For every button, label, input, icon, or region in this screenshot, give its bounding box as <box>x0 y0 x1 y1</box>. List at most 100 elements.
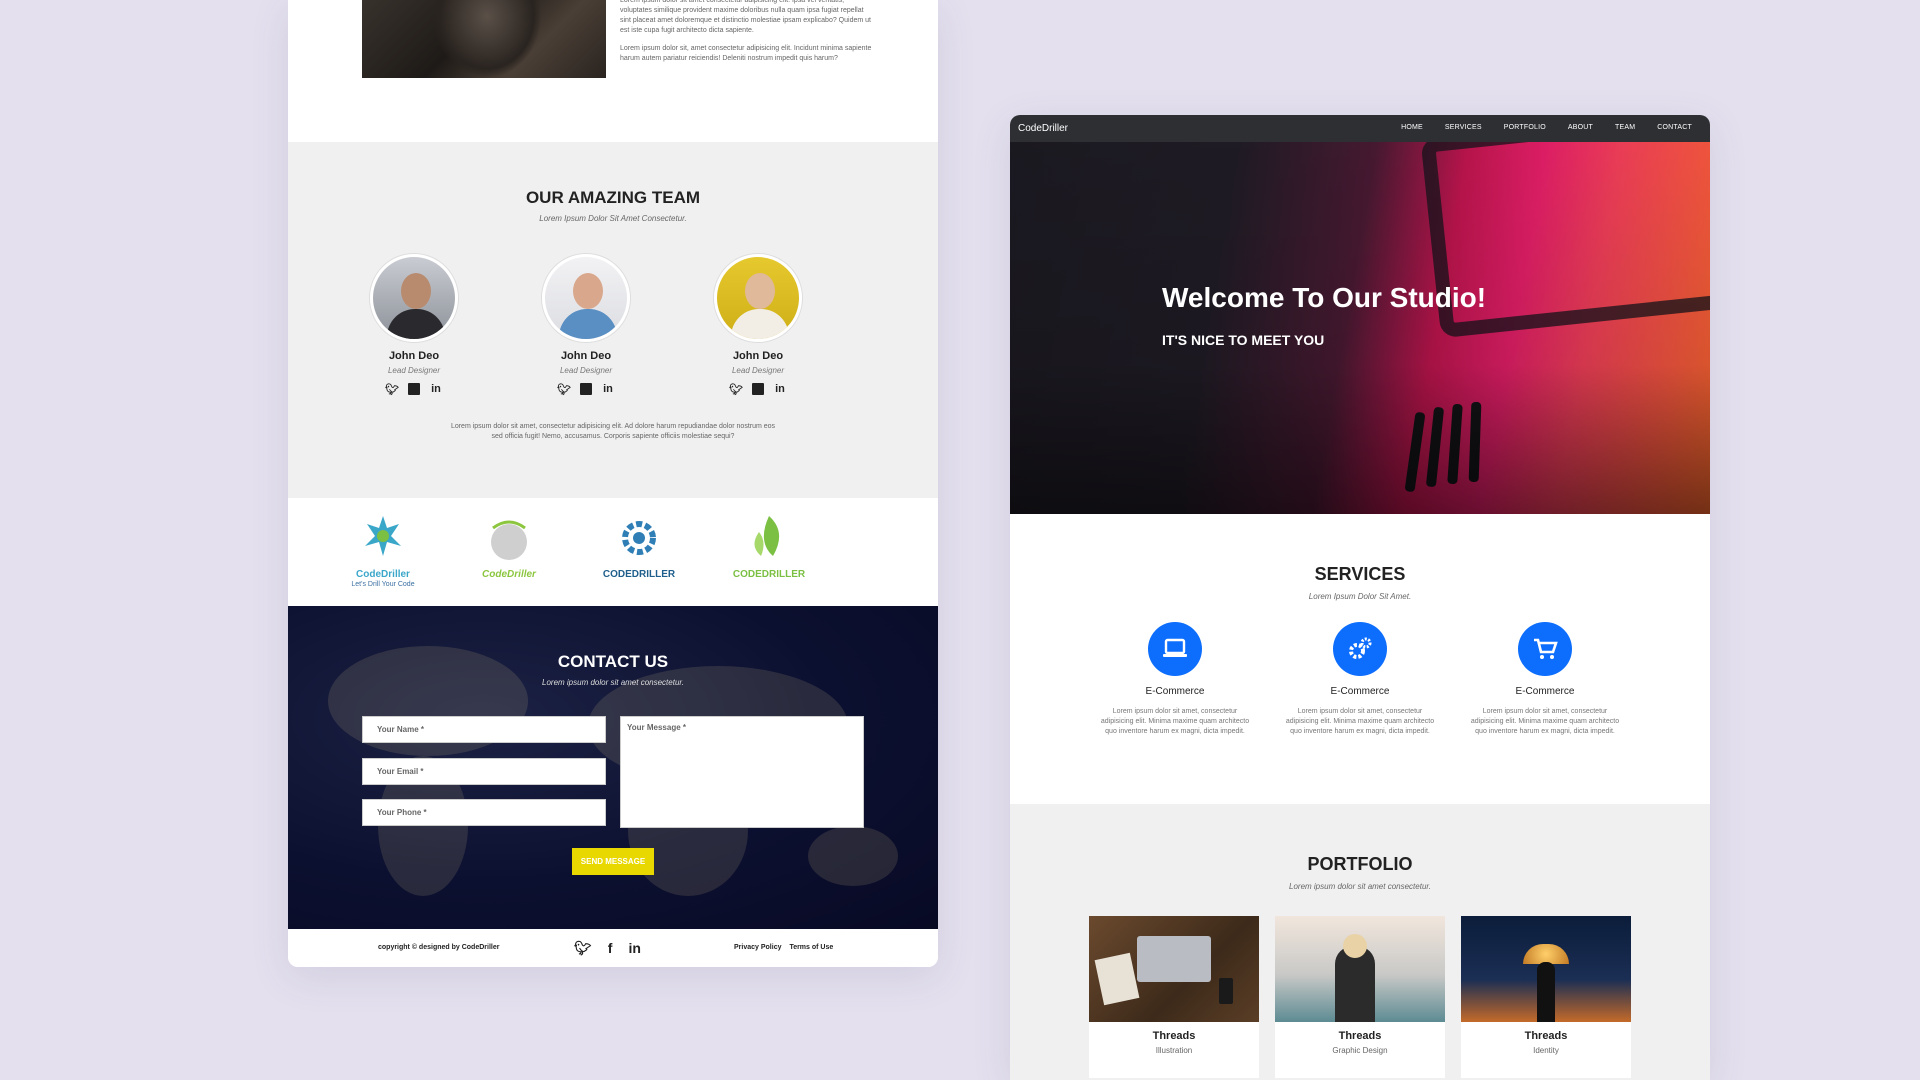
navbar: CodeDriller HOME SERVICES PORTFOLIO ABOU… <box>1010 115 1710 142</box>
portfolio-subtitle: Lorem ipsum dolor sit amet consectetur. <box>1289 882 1431 891</box>
service-title: E-Commerce <box>1515 686 1575 697</box>
service-item: E-Commerce Lorem ipsum dolor sit amet, c… <box>1460 622 1630 737</box>
facebook-icon[interactable]: f <box>752 383 764 395</box>
client-logo: CODEDRILLER <box>724 512 814 580</box>
portfolio-card-title: Threads <box>1152 1030 1196 1042</box>
hero-section: Welcome To Our Studio! IT'S NICE TO MEET… <box>1010 142 1710 514</box>
services-title: SERVICES <box>1314 564 1406 584</box>
about-text: Lorem ipsum dolor sit amet consectetur a… <box>620 0 872 72</box>
nav-about[interactable]: ABOUT <box>1568 124 1593 131</box>
left-footer: copyright © designed by CodeDriller 🐦︎ f… <box>288 929 938 967</box>
team-member: John Deo Lead Designer 🐦︎ f in <box>526 254 646 396</box>
twitter-icon[interactable]: 🐦︎ <box>557 383 571 396</box>
hero-subtitle: IT'S NICE TO MEET YOU <box>1162 332 1325 348</box>
service-text: Lorem ipsum dolor sit amet, consectetur … <box>1285 708 1435 735</box>
message-textarea[interactable]: Your Message * <box>620 716 864 828</box>
contact-section: CONTACT US Lorem ipsum dolor sit amet co… <box>288 606 938 929</box>
nav-portfolio[interactable]: PORTFOLIO <box>1504 124 1546 131</box>
nav-home[interactable]: HOME <box>1401 124 1423 131</box>
team-member: John Deo Lead Designer 🐦︎ f in <box>698 254 818 396</box>
portfolio-card-title: Threads <box>1338 1030 1382 1042</box>
avatar <box>370 254 458 342</box>
nav-services[interactable]: SERVICES <box>1445 124 1482 131</box>
team-title: OUR AMAZING TEAM <box>525 188 701 207</box>
left-page-preview: Lorem ipsum dolor sit amet consectetur a… <box>288 0 938 967</box>
member-role: Lead Designer <box>387 366 441 375</box>
gear-logo-icon <box>622 521 656 555</box>
services-section: SERVICES Lorem Ipsum Dolor Sit Amet. E-C… <box>1010 514 1710 804</box>
portfolio-card[interactable]: Threads Graphic Design <box>1275 916 1445 1078</box>
clients-section: CodeDriller Let's Drill Your Code CodeDr… <box>288 498 938 606</box>
portfolio-card[interactable]: Threads Identity <box>1461 916 1631 1078</box>
team-description: Lorem ipsum dolor sit amet, consectetur … <box>450 423 776 440</box>
member-name: John Deo <box>732 350 784 362</box>
cross-logo-icon <box>365 516 401 556</box>
avatar <box>542 254 630 342</box>
name-input[interactable]: Your Name * <box>362 716 606 743</box>
email-input[interactable]: Your Email * <box>362 758 606 785</box>
send-message-button[interactable]: SEND MESSAGE <box>572 848 654 875</box>
portfolio-image <box>1089 916 1259 1022</box>
leaf-logo-icon <box>754 516 780 556</box>
avatar <box>714 254 802 342</box>
client-logo: CODEDRILLER <box>594 512 684 580</box>
client-name: CODEDRILLER <box>732 569 806 580</box>
service-title: E-Commerce <box>1330 686 1390 697</box>
team-section: OUR AMAZING TEAM Lorem Ipsum Dolor Sit A… <box>288 142 938 498</box>
laptop-icon <box>1148 622 1202 676</box>
portfolio-card-category: Graphic Design <box>1332 1046 1388 1055</box>
phone-input[interactable]: Your Phone * <box>362 799 606 826</box>
twitter-icon[interactable]: 🐦︎ <box>729 383 743 396</box>
service-text: Lorem ipsum dolor sit amet, consectetur … <box>1470 708 1620 735</box>
client-name: CodeDriller <box>356 569 410 580</box>
pot-logo-icon <box>491 520 527 560</box>
facebook-icon[interactable]: f <box>580 383 592 395</box>
copyright-text: copyright © designed by CodeDriller <box>378 944 500 951</box>
member-name: John Deo <box>560 350 612 362</box>
cart-icon <box>1518 622 1572 676</box>
right-page-preview: CodeDriller HOME SERVICES PORTFOLIO ABOU… <box>1010 115 1710 1080</box>
terms-of-use-link[interactable]: Terms of Use <box>789 944 833 951</box>
client-logo: CodeDriller Let's Drill Your Code <box>338 512 428 589</box>
twitter-icon[interactable]: 🐦︎ <box>574 940 592 957</box>
portfolio-image <box>1461 916 1631 1022</box>
portfolio-card-category: Identity <box>1533 1046 1559 1055</box>
nav-contact[interactable]: CONTACT <box>1657 124 1692 131</box>
about-paragraph-1: Lorem ipsum dolor sit amet consectetur a… <box>620 0 871 34</box>
client-logo: CodeDriller <box>464 512 554 580</box>
service-title: E-Commerce <box>1145 686 1205 697</box>
services-subtitle: Lorem Ipsum Dolor Sit Amet. <box>1308 592 1412 601</box>
twitter-icon[interactable]: 🐦︎ <box>385 383 399 396</box>
portfolio-title: PORTFOLIO <box>1307 854 1413 874</box>
member-name: John Deo <box>388 350 440 362</box>
portfolio-section: PORTFOLIO Lorem ipsum dolor sit amet con… <box>1010 804 1710 1080</box>
client-name: CODEDRILLER <box>602 569 676 580</box>
brand-logo[interactable]: CodeDriller <box>1018 123 1068 134</box>
nav-team[interactable]: TEAM <box>1615 124 1635 131</box>
contact-title: CONTACT US <box>557 652 669 671</box>
team-subtitle: Lorem Ipsum Dolor Sit Amet Consectetur. <box>539 214 687 223</box>
service-item: E-Commerce Lorem ipsum dolor sit amet, c… <box>1275 622 1445 737</box>
member-role: Lead Designer <box>731 366 785 375</box>
gears-icon <box>1333 622 1387 676</box>
contact-subtitle: Lorem ipsum dolor sit amet consectetur. <box>542 678 684 687</box>
portfolio-image <box>1275 916 1445 1022</box>
linkedin-icon[interactable]: in <box>602 383 614 395</box>
portfolio-card-category: Illustration <box>1155 1046 1193 1055</box>
about-paragraph-2: Lorem ipsum dolor sit, amet consectetur … <box>620 45 872 62</box>
portfolio-card[interactable]: Threads Illustration <box>1089 916 1259 1078</box>
about-section: Lorem ipsum dolor sit amet consectetur a… <box>288 0 938 142</box>
about-photo <box>362 0 606 78</box>
privacy-policy-link[interactable]: Privacy Policy <box>734 944 781 951</box>
facebook-icon[interactable]: f <box>608 940 613 957</box>
service-text: Lorem ipsum dolor sit amet, consectetur … <box>1100 708 1250 735</box>
service-item: E-Commerce Lorem ipsum dolor sit amet, c… <box>1090 622 1260 737</box>
client-tagline: Let's Drill Your Code <box>351 581 415 588</box>
member-role: Lead Designer <box>559 366 613 375</box>
client-name: CodeDriller <box>482 569 536 580</box>
linkedin-icon[interactable]: in <box>430 383 442 395</box>
linkedin-icon[interactable]: in <box>628 940 640 957</box>
facebook-icon[interactable]: f <box>408 383 420 395</box>
hero-title: Welcome To Our Studio! <box>1162 282 1487 313</box>
linkedin-icon[interactable]: in <box>774 383 786 395</box>
